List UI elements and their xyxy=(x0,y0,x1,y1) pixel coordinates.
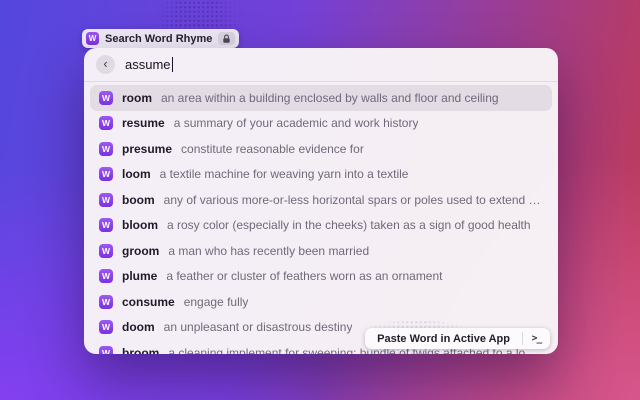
search-bar: ‹ assume xyxy=(84,48,558,82)
result-definition: a feather or cluster of feathers worn as… xyxy=(166,269,442,283)
word-rhyme-result-icon: W xyxy=(99,193,113,207)
paste-word-button[interactable]: Paste Word in Active App xyxy=(365,333,522,345)
result-definition: an unpleasant or disastrous destiny xyxy=(164,320,353,334)
back-button[interactable]: ‹ xyxy=(96,55,115,74)
result-word: room xyxy=(122,91,152,105)
result-word: bloom xyxy=(122,218,158,232)
list-item[interactable]: W consume engage fully xyxy=(90,289,552,315)
primary-action-bar[interactable]: Paste Word in Active App >_ xyxy=(365,328,550,349)
list-item[interactable]: W plume a feather or cluster of feathers… xyxy=(90,264,552,290)
result-word: plume xyxy=(122,269,157,283)
word-rhyme-result-icon: W xyxy=(99,218,113,232)
word-rhyme-result-icon: W xyxy=(99,167,113,181)
search-results-window: ‹ assume W room an area within a buildin… xyxy=(84,48,558,354)
word-rhyme-result-icon: W xyxy=(99,269,113,283)
word-rhyme-result-icon: W xyxy=(99,142,113,156)
result-word: loom xyxy=(122,167,151,181)
result-word: doom xyxy=(122,320,155,334)
search-input[interactable]: assume xyxy=(125,57,173,72)
result-definition: an area within a building enclosed by wa… xyxy=(161,91,499,105)
result-definition: any of various more-or-less horizontal s… xyxy=(164,193,543,207)
result-word: groom xyxy=(122,244,159,258)
word-rhyme-result-icon: W xyxy=(99,116,113,130)
result-word: consume xyxy=(122,295,175,309)
list-item[interactable]: W presume constitute reasonable evidence… xyxy=(90,136,552,162)
command-title: Search Word Rhyme xyxy=(105,33,212,45)
lock-icon xyxy=(218,32,235,45)
list-item[interactable]: W resume a summary of your academic and … xyxy=(90,111,552,137)
result-word: presume xyxy=(122,142,172,156)
word-rhyme-result-icon: W xyxy=(99,244,113,258)
list-item[interactable]: W bloom a rosy color (especially in the … xyxy=(90,213,552,239)
word-rhyme-result-icon: W xyxy=(99,320,113,334)
search-input-value: assume xyxy=(125,57,171,72)
list-item[interactable]: W loom a textile machine for weaving yar… xyxy=(90,162,552,188)
command-badge[interactable]: W Search Word Rhyme xyxy=(82,29,239,48)
list-item[interactable]: W boom any of various more-or-less horiz… xyxy=(90,187,552,213)
word-rhyme-result-icon: W xyxy=(99,91,113,105)
text-caret xyxy=(172,57,174,72)
result-definition: a summary of your academic and work hist… xyxy=(174,116,419,130)
result-definition: engage fully xyxy=(184,295,249,309)
word-rhyme-result-icon: W xyxy=(99,295,113,309)
result-word: resume xyxy=(122,116,165,130)
result-word: broom xyxy=(122,346,159,354)
list-item[interactable]: W groom a man who has recently been marr… xyxy=(90,238,552,264)
result-definition: a man who has recently been married xyxy=(168,244,369,258)
desktop-background: W Search Word Rhyme ‹ assume W room an a… xyxy=(0,0,640,400)
result-definition: a textile machine for weaving yarn into … xyxy=(160,167,409,181)
terminal-prompt-icon[interactable]: >_ xyxy=(523,333,550,344)
list-item[interactable]: W room an area within a building enclose… xyxy=(90,85,552,111)
word-rhyme-app-icon: W xyxy=(86,32,99,45)
word-rhyme-result-icon: W xyxy=(99,346,113,354)
results-list: W room an area within a building enclose… xyxy=(84,82,558,354)
result-definition: constitute reasonable evidence for xyxy=(181,142,364,156)
result-word: boom xyxy=(122,193,155,207)
result-definition: a rosy color (especially in the cheeks) … xyxy=(167,218,531,232)
